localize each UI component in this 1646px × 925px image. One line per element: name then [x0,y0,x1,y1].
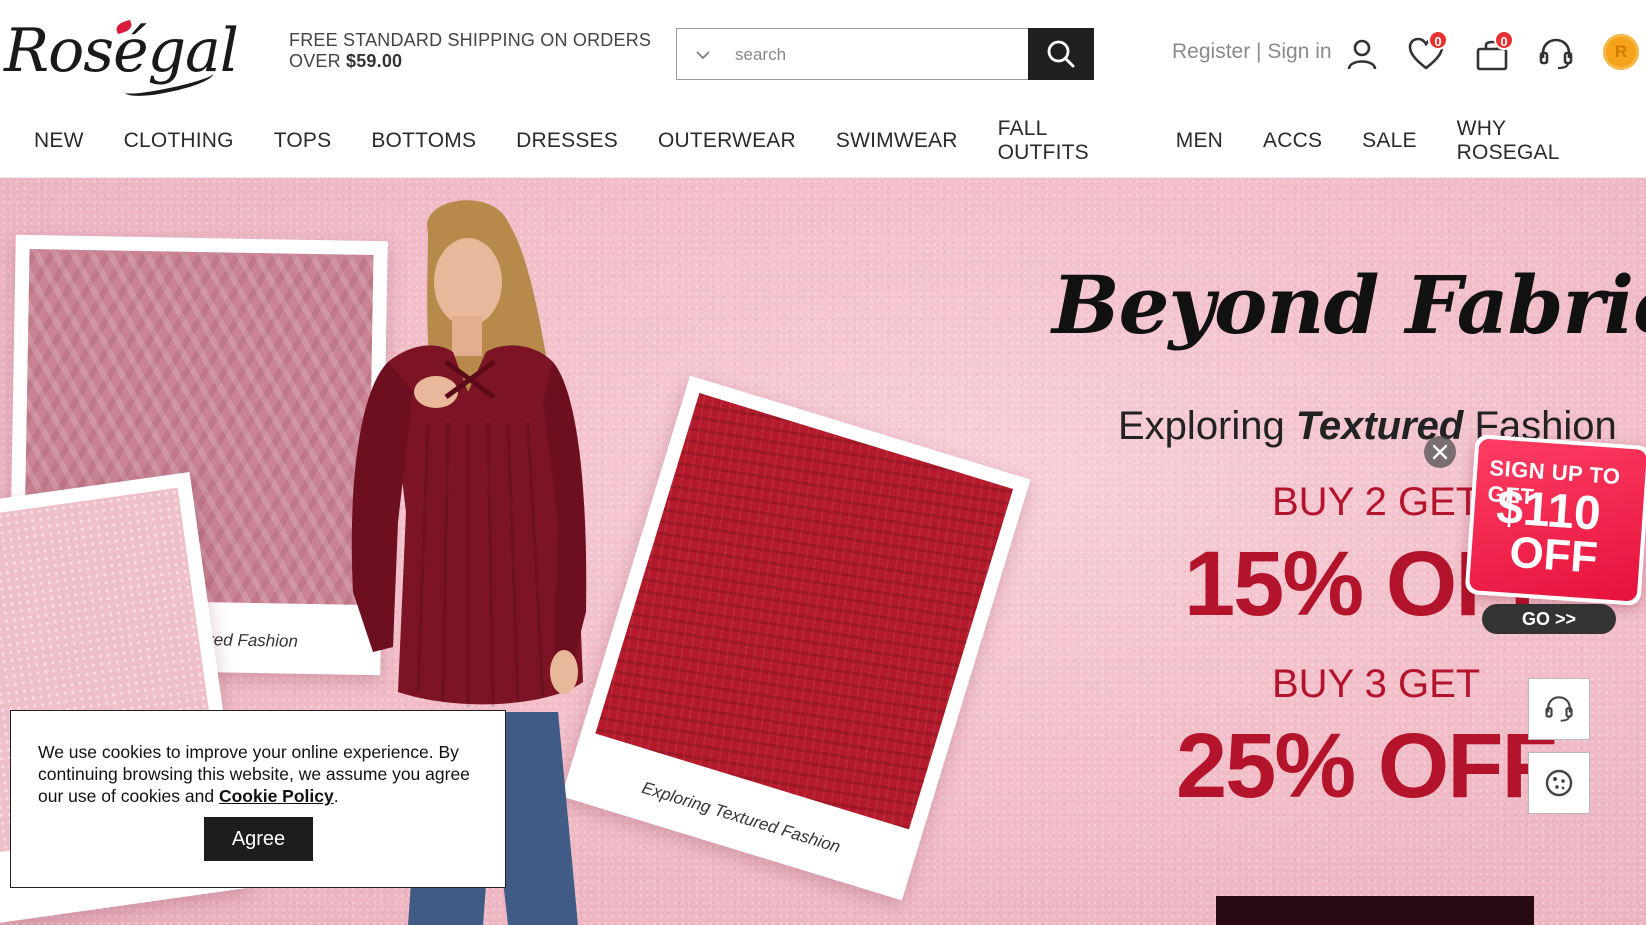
deal1-label: BUY 2 GET [1272,480,1481,524]
wishlist-count-badge: 0 [1428,30,1448,50]
auth-separator: | [1250,40,1268,63]
floating-support-button[interactable] [1528,678,1590,740]
account-button[interactable] [1342,34,1382,74]
cookie-consent-banner: We use cookies to improve your online ex… [10,710,506,888]
cookie-policy-link[interactable]: Cookie Policy [219,786,334,806]
agree-button[interactable]: Agree [204,817,313,861]
shipping-line1: FREE STANDARD SHIPPING ON ORDERS [289,30,652,50]
nav-item-fall-outfits[interactable]: FALL OUTFITS [998,117,1136,165]
nav-item-men[interactable]: MEN [1176,129,1223,153]
close-popup-button[interactable] [1424,436,1456,468]
coin-letter: R [1614,42,1628,61]
cart-count-badge: 0 [1494,30,1514,50]
deal2-label: BUY 3 GET [1272,662,1481,706]
rosegal-logo[interactable]: Roségal [4,8,239,102]
chevron-down-icon[interactable] [693,45,713,65]
auth-links: Register | Sign in [1172,40,1332,64]
nav-item-bottoms[interactable]: BOTTOMS [371,129,476,153]
main-nav: NEW CLOTHING TOPS BOTTOMS DRESSES OUTERW… [0,108,1646,178]
headset-icon [1539,38,1573,70]
nav-item-dresses[interactable]: DRESSES [516,129,618,153]
search-input[interactable] [735,41,1075,69]
site-header: Roségal FREE STANDARD SHIPPING ON ORDERS… [0,0,1646,108]
signup-go-button[interactable]: GO >> [1482,604,1616,634]
support-button[interactable] [1536,34,1576,74]
nav-item-tops[interactable]: TOPS [274,129,332,153]
cookie-message: We use cookies to improve your online ex… [38,742,470,806]
rewards-coin-icon[interactable]: R [1603,34,1639,70]
user-icon [1347,39,1377,70]
cart-button[interactable]: 0 [1472,30,1514,74]
sign-in-link[interactable]: Sign in [1267,40,1331,63]
shipping-banner: FREE STANDARD SHIPPING ON ORDERS OVER $5… [289,30,651,72]
signup-off: OFF [1507,527,1600,583]
register-link[interactable]: Register [1172,40,1250,63]
deal2-discount: 25% OFF [1176,715,1558,817]
nav-item-why-rosegal[interactable]: WHY ROSEGAL [1457,117,1606,165]
shipping-line2: OVER $59.00 [289,51,403,71]
signup-promo-card: SIGN UP TO GET $110 OFF [1468,438,1646,602]
search-icon [1047,40,1075,68]
signup-promo-popup[interactable]: SIGN UP TO GET $110 OFF [1464,434,1646,606]
close-icon [1432,444,1448,460]
nav-item-sale[interactable]: SALE [1362,129,1417,153]
nav-item-swimwear[interactable]: SWIMWEAR [836,129,958,153]
cookie-icon [1545,769,1573,797]
floating-cookie-settings-button[interactable] [1528,752,1590,814]
headset-icon [1545,696,1573,722]
hero-headline: Beyond Fabrics [1052,258,1646,352]
nav-item-new[interactable]: NEW [34,129,84,153]
wishlist-button[interactable]: 0 [1406,30,1448,74]
nav-item-clothing[interactable]: CLOTHING [124,129,234,153]
hero-shop-button[interactable] [1216,896,1534,925]
shipping-amount: $59.00 [346,51,403,71]
search-button[interactable] [1028,28,1094,80]
nav-item-outerwear[interactable]: OUTERWEAR [658,129,796,153]
nav-item-accs[interactable]: ACCS [1263,129,1322,153]
